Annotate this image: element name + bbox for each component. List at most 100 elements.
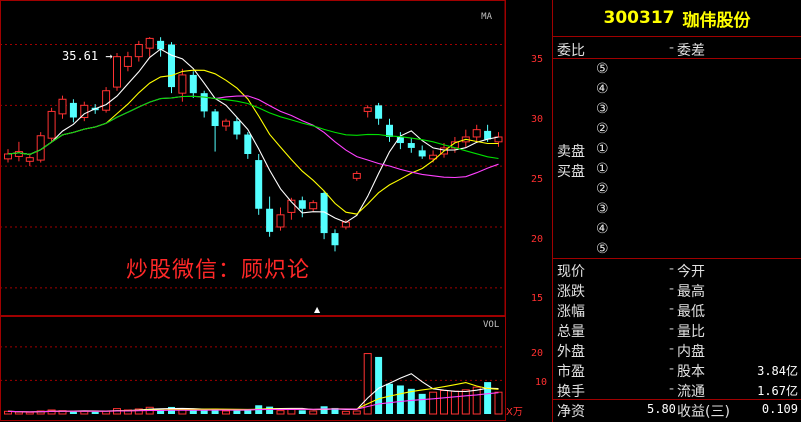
volume-bar — [341, 410, 350, 415]
shouyi-label: 收益(三) — [677, 404, 730, 420]
quote-row: 外盘 - 内盘 — [557, 341, 705, 360]
candle — [145, 37, 154, 57]
jingzi-value: 5.80 — [647, 402, 676, 416]
buy-level-3: ③ — [596, 201, 609, 217]
buy-level-1: ① — [596, 161, 609, 177]
sell-level-4: ④ — [596, 81, 609, 97]
candle — [157, 37, 165, 57]
candle — [200, 90, 208, 118]
candle — [14, 141, 23, 162]
price-tick: 35 — [531, 54, 544, 65]
shouyi-value: 0.109 — [761, 402, 798, 416]
vol-tick: 10 — [535, 377, 548, 388]
candle — [255, 154, 263, 215]
volume-bar — [266, 406, 274, 414]
volume-bar — [461, 389, 470, 415]
buy-level-4: ④ — [596, 221, 609, 237]
volume-bar — [233, 410, 241, 414]
quote-left-label: 外盘 — [557, 344, 585, 360]
weibi-row: 委比 - 委差 — [557, 40, 705, 59]
stock-name: 珈伟股份 — [682, 10, 751, 31]
candle — [4, 149, 12, 163]
volume-chart[interactable] — [0, 316, 552, 422]
candle — [244, 132, 252, 159]
candle — [102, 87, 111, 113]
vol-tick: 20 — [531, 348, 544, 359]
kline-chart[interactable]: MA VOL X万 35.61 → 炒股微信：顾炽论 ▲ 35 30 25 20… — [0, 0, 552, 422]
candle — [58, 95, 67, 119]
quote-value: 3.84亿 — [757, 364, 798, 378]
candle — [386, 118, 393, 142]
jingzi-label: 净资 — [557, 404, 585, 420]
sell-level-1: ① — [596, 141, 609, 157]
volume-bar — [472, 386, 481, 415]
weibi-label: 委比 — [557, 43, 585, 59]
vol-unit: X万 — [506, 407, 523, 418]
volume-bar — [429, 391, 438, 415]
candle — [494, 132, 503, 147]
candle — [352, 171, 361, 181]
candle — [189, 71, 197, 99]
quote-right-label: 最高 — [677, 284, 705, 300]
candle — [309, 200, 318, 212]
volume-bar — [25, 411, 34, 415]
quote-value: 1.67亿 — [757, 384, 798, 398]
volume-bar — [287, 408, 296, 415]
ma5-line — [7, 48, 499, 224]
volume-bar — [222, 410, 230, 415]
volume-bar — [375, 356, 383, 414]
volume-bar — [484, 382, 492, 414]
candle — [134, 40, 143, 62]
quote-right-label: 量比 — [677, 324, 705, 340]
candle — [418, 145, 426, 159]
quote-left-label: 市盈 — [557, 364, 585, 380]
buy-level-2: ② — [596, 181, 609, 197]
quote-row: 涨幅 - 最低 — [557, 301, 705, 320]
buy-label: 买盘 — [557, 164, 585, 180]
candle — [123, 51, 132, 72]
candle — [80, 101, 89, 122]
candle — [266, 196, 274, 237]
candle — [375, 102, 383, 125]
high-price-label: 35.61 → — [62, 49, 113, 63]
volume-bar — [396, 385, 404, 414]
quote-right-label: 内盘 — [677, 344, 705, 360]
ma-tag: MA — [481, 12, 492, 22]
candle — [331, 229, 339, 252]
quote-right-label: 股本 — [677, 364, 705, 380]
candle — [222, 118, 230, 131]
candle — [168, 42, 175, 94]
watermark: 炒股微信：顾炽论 — [126, 258, 311, 283]
vol-tag: VOL — [483, 320, 500, 330]
candle — [407, 138, 415, 153]
price-tick: 30 — [531, 114, 544, 125]
quote-row: 总量 - 量比 — [557, 321, 705, 340]
jingzi-row: 净资 5.80 收益(三) 0.109 — [553, 401, 801, 420]
sell-level-2: ② — [596, 121, 609, 137]
stock-title: 300317 珈伟股份 — [553, 0, 801, 37]
volume-bar — [189, 410, 197, 414]
quote-left-label: 现价 — [557, 264, 585, 280]
volume-bar — [91, 411, 99, 414]
cursor-marker-icon: ▲ — [314, 305, 321, 314]
volume-bar — [418, 393, 426, 414]
volume-bar — [450, 390, 459, 415]
quote-left-label: 总量 — [557, 324, 585, 340]
sell-level-3: ③ — [596, 101, 609, 117]
weicha-label: 委差 — [677, 43, 705, 59]
candle — [47, 107, 56, 142]
quote-right-label: 最低 — [677, 304, 705, 320]
quote-left-label: 涨跌 — [557, 284, 585, 300]
candle — [211, 108, 219, 152]
price-tick: 15 — [531, 293, 544, 304]
price-tick: 25 — [531, 174, 544, 185]
buy-level-5: ⑤ — [596, 241, 609, 257]
candle — [363, 105, 372, 118]
candle — [69, 99, 77, 123]
quote-left-label: 换手 — [557, 384, 585, 400]
sell-label: 卖盘 — [557, 144, 585, 160]
quote-right-label: 今开 — [677, 264, 705, 280]
quote-row: 市盈 - 股本 3.84亿 — [557, 361, 798, 380]
volume-bar — [386, 383, 393, 414]
volume-bar — [298, 410, 306, 414]
